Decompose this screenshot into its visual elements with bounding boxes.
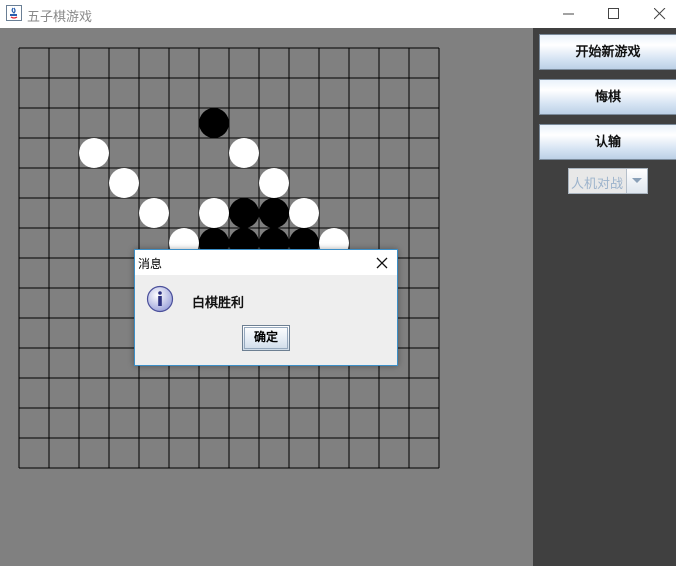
white-stone (79, 138, 109, 168)
ok-button[interactable]: 确定 (242, 325, 290, 351)
window-title: 五子棋游戏 (27, 10, 93, 25)
undo-button[interactable]: 悔棋 (539, 79, 676, 115)
chevron-down-icon (632, 178, 642, 183)
dropdown-arrow[interactable] (626, 169, 647, 193)
mode-select[interactable]: 人机对战 (568, 168, 648, 194)
white-stone (229, 138, 259, 168)
mode-select-value: 人机对战 (571, 177, 624, 192)
maximize-icon (608, 8, 619, 19)
close-button[interactable] (637, 0, 676, 28)
surrender-button[interactable]: 认输 (539, 124, 676, 160)
sidebar: 开始新游戏 悔棋 认输 人机对战 (533, 28, 676, 566)
white-stone (289, 198, 319, 228)
close-icon (654, 8, 666, 20)
new-game-button[interactable]: 开始新游戏 (539, 34, 676, 70)
white-stone (199, 198, 229, 228)
maximize-button[interactable] (591, 0, 637, 28)
minimize-icon (563, 13, 574, 15)
white-stone (139, 198, 169, 228)
dialog-message: 白棋胜利 (192, 296, 245, 311)
minimize-button[interactable] (546, 0, 592, 28)
black-stone (229, 198, 259, 228)
message-dialog: 消息 白棋胜利 确定 (134, 249, 398, 366)
info-icon (146, 285, 174, 313)
black-stone (259, 198, 289, 228)
close-icon[interactable] (375, 256, 389, 270)
dialog-title-bar: 消息 (135, 250, 397, 275)
white-stone (259, 168, 289, 198)
white-stone (109, 168, 139, 198)
title-bar: 五子棋游戏 (0, 0, 676, 28)
dialog-title: 消息 (138, 257, 163, 271)
black-stone (199, 108, 229, 138)
java-app-icon (6, 5, 22, 21)
